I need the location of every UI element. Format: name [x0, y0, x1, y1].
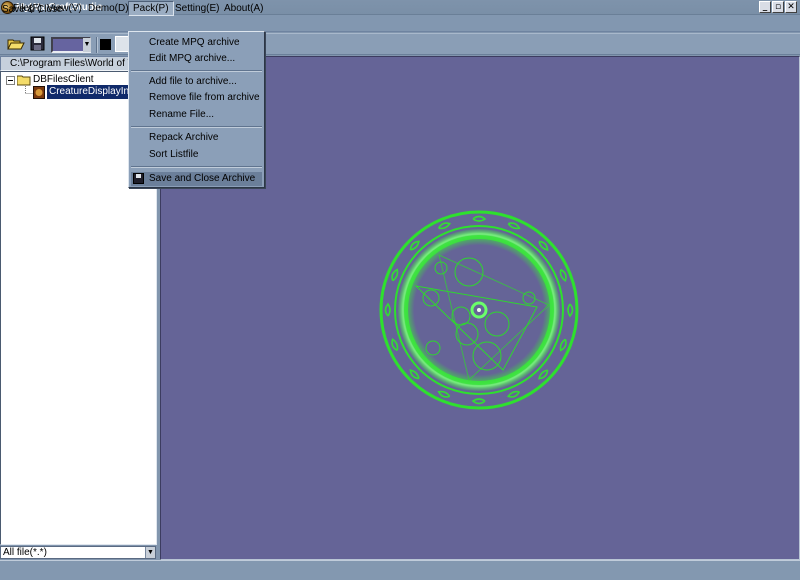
close-icon[interactable]: ✕ — [785, 1, 797, 13]
menu-setting[interactable]: Setting(E) — [171, 1, 223, 16]
menu-item-create-mpq[interactable]: Create MPQ archive — [149, 36, 240, 50]
file-icon — [33, 86, 45, 102]
menu-item-remove-file[interactable]: Remove file from archive — [149, 91, 260, 105]
status-bar — [0, 560, 800, 580]
restore-icon[interactable]: ▫ — [772, 1, 784, 13]
menu-separator — [131, 70, 262, 72]
chevron-down-icon[interactable]: ▼ — [83, 38, 91, 52]
save-disk-icon — [133, 173, 145, 188]
chevron-down-icon[interactable]: ▼ — [145, 547, 155, 558]
menu-about[interactable]: About(A) — [220, 1, 267, 16]
menu-separator — [131, 166, 262, 168]
toolbar-separator — [96, 37, 98, 53]
menu-item-sort-listfile[interactable]: Sort Listfile — [149, 148, 198, 162]
menu-separator — [131, 126, 262, 128]
menu-item-repack[interactable]: Repack Archive — [149, 131, 218, 145]
file-filter-select[interactable]: All file(*.*) — [0, 546, 156, 559]
menu-item-save-close[interactable]: Save and Close Archive — [149, 172, 255, 186]
save-disk-icon[interactable] — [30, 36, 48, 53]
pack-menu-dropdown: Create MPQ archive Edit MPQ archive... A… — [128, 31, 265, 188]
menu-item-rename-file[interactable]: Rename File... — [149, 108, 214, 122]
open-folder-icon[interactable] — [7, 36, 25, 53]
color-swatch[interactable] — [100, 39, 111, 50]
menu-item-add-file[interactable]: Add file to archive... — [149, 75, 237, 89]
status-text: Save & Close — [2, 4, 63, 15]
menu-item-edit-mpq[interactable]: Edit MPQ archive... — [149, 52, 235, 66]
align-icon[interactable] — [115, 36, 129, 52]
menu-demo[interactable]: Demo(D) — [84, 1, 133, 16]
menu-bar — [0, 15, 800, 32]
menu-pack[interactable]: Pack(P) — [128, 1, 174, 16]
folder-icon — [16, 74, 31, 89]
minimize-icon[interactable]: _ — [759, 1, 771, 13]
